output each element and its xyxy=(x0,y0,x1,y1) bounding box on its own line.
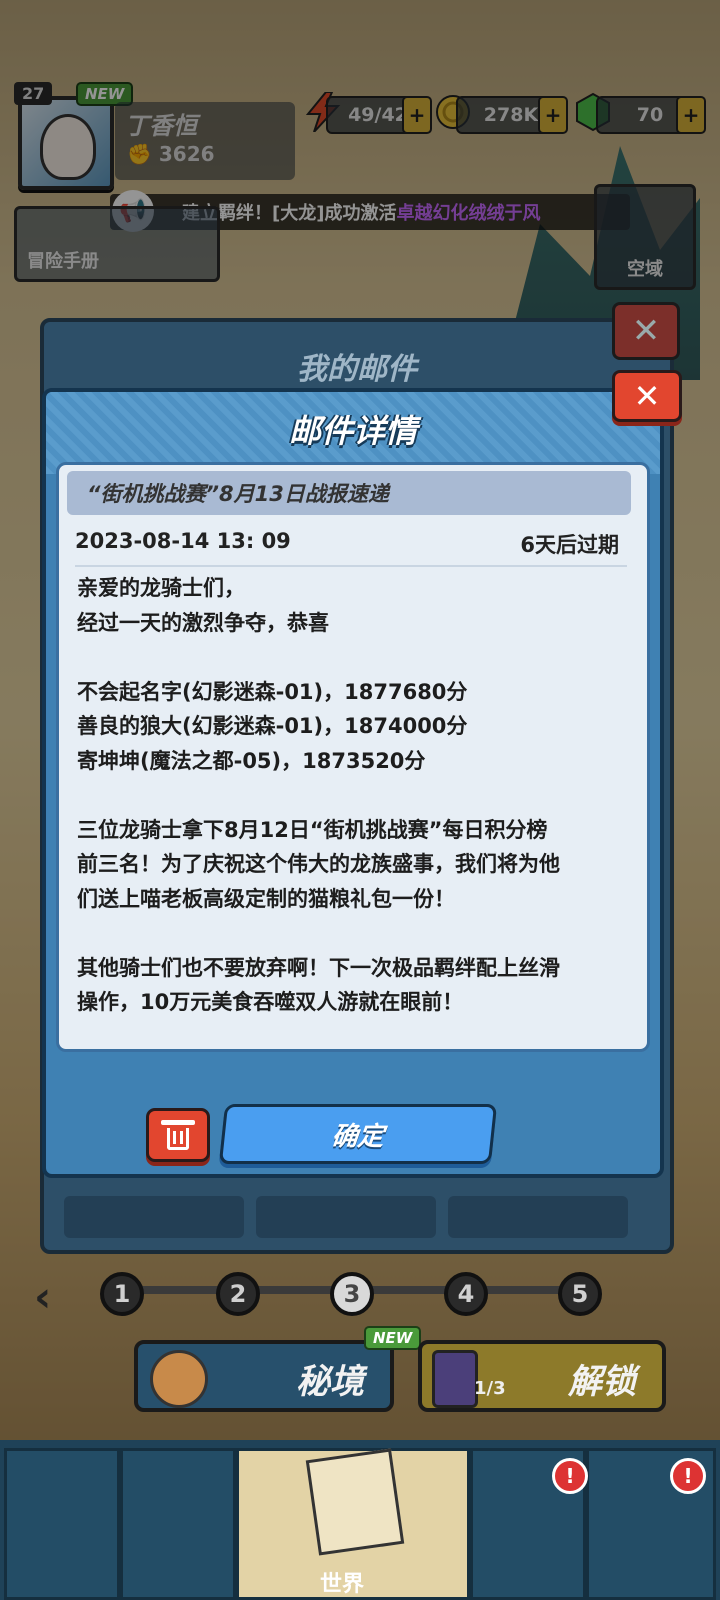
dialog-title: 邮件详情 xyxy=(288,412,417,450)
mail-meta: 2023-08-14 13: 09 6天后过期 xyxy=(75,529,619,559)
mail-content-panel: “街机挑战赛”8月13日战报速递 2023-08-14 13: 09 6天后过期… xyxy=(56,462,650,1052)
pager-item[interactable]: 3 xyxy=(330,1272,374,1316)
mail-date: 2023-08-14 13: 09 xyxy=(75,529,291,553)
pager-item[interactable]: 2 xyxy=(216,1272,260,1316)
nav-alert-badge: ! xyxy=(552,1458,588,1494)
nav-alert-badge: ! xyxy=(670,1458,706,1494)
mailbox-title: 我的邮件 xyxy=(297,352,417,387)
unlock-label: 解锁 xyxy=(568,1362,636,1402)
mail-body-line: 们送上喵老板高级定制的猫粮礼包一份！ xyxy=(77,886,455,911)
unlock-count: 1/3 xyxy=(474,1378,506,1399)
mailbox-tab-2[interactable] xyxy=(256,1196,436,1238)
mail-body: 亲爱的龙骑士们， 经过一天的激烈争夺，恭喜 不会起名字(幻影迷森-01)，187… xyxy=(77,571,627,1020)
mail-body-line: 寄坤坤(魔法之都-05)，1873520分 xyxy=(77,748,426,773)
secret-realm-label: 秘境 xyxy=(296,1362,364,1402)
mailbox-tab-1[interactable] xyxy=(64,1196,244,1238)
confirm-button[interactable]: 确定 xyxy=(218,1104,498,1164)
mail-body-line: 其他骑士们也不要放弃啊！下一次极品羁绊配上丝滑 xyxy=(77,955,560,980)
mail-body-line: 三位龙骑士拿下8月12日“街机挑战赛”每日积分榜 xyxy=(77,817,548,842)
pager-item[interactable]: 5 xyxy=(558,1272,602,1316)
target-icon xyxy=(150,1350,208,1408)
secret-new-tag: NEW xyxy=(364,1326,422,1350)
mail-expiry: 6天后过期 xyxy=(520,533,619,557)
mail-body-line: 经过一天的激烈争夺，恭喜 xyxy=(77,610,329,635)
mail-subject: “街机挑战赛”8月13日战报速递 xyxy=(67,471,631,515)
stage-pager: 1 2 3 4 5 xyxy=(100,1272,612,1316)
divider xyxy=(75,565,627,567)
secret-realm-button[interactable]: 秘境 xyxy=(134,1340,394,1412)
nav-world-label: 世界 xyxy=(320,1572,365,1597)
mailbox-close-button[interactable]: ✕ xyxy=(612,302,680,360)
unlock-button[interactable]: 1/3 解锁 xyxy=(418,1340,666,1412)
mailbox-tab-3[interactable] xyxy=(448,1196,628,1238)
pager-prev-arrow[interactable]: ‹ xyxy=(34,1272,51,1321)
mail-body-line: 操作，10万元美食吞噬双人游就在眼前！ xyxy=(77,990,464,1014)
delete-button[interactable] xyxy=(146,1108,210,1162)
map-icon xyxy=(305,1448,405,1556)
mail-body-line: 前三名！为了庆祝这个伟大的龙族盛事，我们将为他 xyxy=(77,852,560,876)
nav-tab-upgrade[interactable] xyxy=(120,1448,236,1600)
nav-tab-dragon[interactable] xyxy=(4,1448,120,1600)
trash-icon xyxy=(161,1120,195,1150)
close-button[interactable]: ✕ xyxy=(612,370,682,422)
pager-item[interactable]: 4 xyxy=(444,1272,488,1316)
pager-item[interactable]: 1 xyxy=(100,1272,144,1316)
mail-body-line: 善良的狼大(幻影迷森-01)，1874000分 xyxy=(77,714,468,738)
key-icon xyxy=(432,1350,478,1408)
mail-body-line: 不会起名字(幻影迷森-01)，1877680分 xyxy=(77,679,468,704)
mail-body-line: 亲爱的龙骑士们， xyxy=(77,576,245,600)
